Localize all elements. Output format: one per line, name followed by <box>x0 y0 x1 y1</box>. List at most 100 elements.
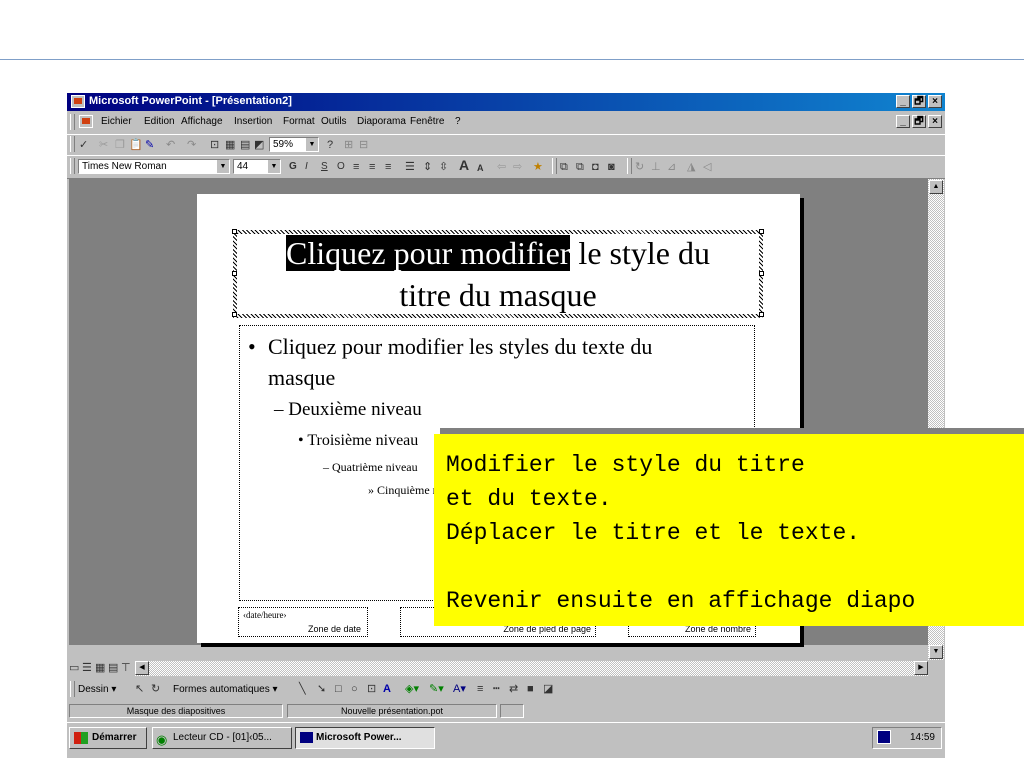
tray-alert-icon[interactable] <box>877 730 891 744</box>
animation-effects-icon[interactable]: ★ <box>533 160 543 174</box>
font-color-icon[interactable]: A▾ <box>453 682 466 696</box>
task-powerpoint[interactable]: Microsoft Power... <box>295 727 435 749</box>
draw-menu-button[interactable]: Dessin ▾ <box>78 684 116 698</box>
spellcheck-icon[interactable]: ✓ <box>79 138 88 152</box>
close-button[interactable]: × <box>928 95 942 108</box>
copy-icon[interactable]: ❐ <box>115 138 125 152</box>
flip-icon[interactable]: ◮ <box>687 160 695 174</box>
system-tray: 14:59 <box>872 727 942 749</box>
textbox-icon[interactable]: ⊡ <box>367 682 376 696</box>
format-painter-icon[interactable]: ✎ <box>145 138 154 152</box>
increase-spacing-icon[interactable]: ⇕ <box>423 160 432 174</box>
restore-button[interactable]: 🗗 <box>912 95 926 108</box>
minimize-button[interactable]: _ <box>896 95 910 108</box>
scroll-left-icon[interactable]: ◀ <box>135 661 149 675</box>
rectangle-icon[interactable]: □ <box>335 682 342 696</box>
align-right-icon[interactable]: ≡ <box>385 160 391 174</box>
align-left-icon[interactable]: ≡ <box>353 160 359 174</box>
menu-diaporama[interactable]: Diaporama <box>357 116 406 127</box>
increase-font-icon[interactable]: A <box>459 158 469 172</box>
menu-fichier[interactable]: Eichier <box>101 116 132 127</box>
shadow-icon[interactable]: ■ <box>527 682 534 696</box>
window-titlebar[interactable]: Microsoft PowerPoint - [Présentation2] _… <box>67 93 945 111</box>
expand-icon[interactable]: ⊞ <box>344 138 353 152</box>
hyperlink-icon[interactable]: ⊡ <box>210 138 219 152</box>
shadow-button[interactable]: O <box>337 160 345 174</box>
scroll-up-icon[interactable]: ▲ <box>929 180 943 194</box>
select-pointer-icon[interactable]: ↖ <box>135 682 144 696</box>
slide-sorter-icon[interactable]: ▦ <box>95 661 105 675</box>
zoom-select[interactable]: 59% ▼ <box>269 137 319 152</box>
date-zone[interactable]: ‹date/heure› Zone de date <box>238 607 368 637</box>
menu-fenetre[interactable]: Fenêtre <box>410 116 444 127</box>
align-center-icon[interactable]: ≡ <box>369 160 375 174</box>
task-cd-player[interactable]: ◉ Lecteur CD - [01]‹05... <box>152 727 292 749</box>
bullets-icon[interactable]: ☰ <box>405 160 415 174</box>
menu-insertion[interactable]: Insertion <box>234 116 272 127</box>
status-bar: Masque des diapositives Nouvelle présent… <box>67 703 945 720</box>
scroll-down-icon[interactable]: ▼ <box>929 645 943 659</box>
menu-affichage[interactable]: Affichage <box>181 116 223 127</box>
arrow-style-icon[interactable]: ⇄ <box>509 682 518 696</box>
chevron-down-icon[interactable]: ▼ <box>306 138 318 151</box>
bold-button[interactable]: G <box>289 160 297 174</box>
toolbar-grip <box>70 136 75 152</box>
bring-forward-icon[interactable]: ⧉ <box>560 160 568 174</box>
table-icon[interactable]: ▦ <box>225 138 235 152</box>
decrease-spacing-icon[interactable]: ⇳ <box>439 160 448 174</box>
line-color-icon[interactable]: ✎▾ <box>429 682 444 696</box>
chevron-down-icon[interactable]: ▼ <box>217 160 229 173</box>
oval-icon[interactable]: ○ <box>351 682 358 696</box>
line-icon[interactable]: ╲ <box>299 682 306 696</box>
help-icon[interactable]: ? <box>327 138 333 152</box>
doc-close-button[interactable]: × <box>928 115 942 128</box>
font-name-select[interactable]: Times New Roman ▼ <box>78 159 230 174</box>
triangle-icon[interactable]: ◁ <box>703 160 711 174</box>
horizontal-scrollbar[interactable]: ◀ ▶ <box>135 661 928 676</box>
redo-icon[interactable]: ↷ <box>187 138 196 152</box>
drawing-icon[interactable]: ◩ <box>254 138 264 152</box>
font-size-select[interactable]: 44 ▼ <box>233 159 281 174</box>
menu-help[interactable]: ? <box>455 116 461 127</box>
menu-outils[interactable]: Outils <box>321 116 347 127</box>
powerpoint-app-icon[interactable] <box>71 95 85 108</box>
distribute-icon[interactable]: ⊿ <box>667 160 676 174</box>
grayscale-icon[interactable]: ⊟ <box>359 138 368 152</box>
italic-button[interactable]: I <box>305 160 308 174</box>
cut-icon[interactable]: ✂ <box>99 138 108 152</box>
line-style-icon[interactable]: ≡ <box>477 682 483 696</box>
dash-style-icon[interactable]: ┅ <box>493 682 500 696</box>
3d-icon[interactable]: ◪ <box>543 682 553 696</box>
demote-icon[interactable]: ⇨ <box>513 160 522 174</box>
slide-view-icon[interactable]: ▭ <box>69 661 79 675</box>
rotate-icon[interactable]: ↻ <box>635 160 644 174</box>
fill-color-icon[interactable]: ◈▾ <box>405 682 419 696</box>
paste-icon[interactable]: 📋 <box>129 138 143 152</box>
menu-format[interactable]: Format <box>283 116 315 127</box>
scroll-right-icon[interactable]: ▶ <box>914 661 928 675</box>
decrease-font-icon[interactable]: A <box>477 161 484 175</box>
bring-to-front-icon[interactable]: ◘ <box>592 160 599 174</box>
title-placeholder[interactable]: Cliquez pour modifier le style du titre … <box>235 232 761 316</box>
underline-button[interactable]: S <box>321 160 328 174</box>
outline-view-icon[interactable]: ☰ <box>82 661 92 675</box>
menu-edition[interactable]: Edition <box>144 116 175 127</box>
start-button[interactable]: Démarrer <box>69 727 147 749</box>
autoshapes-button[interactable]: Formes automatiques ▾ <box>173 684 278 698</box>
chevron-down-icon[interactable]: ▼ <box>268 160 280 173</box>
wordart-icon[interactable]: A <box>383 682 391 696</box>
document-icon[interactable] <box>79 115 93 128</box>
arrow-icon[interactable]: ➘ <box>317 682 326 696</box>
chart-icon[interactable]: ▤ <box>240 138 250 152</box>
promote-icon[interactable]: ⇦ <box>497 160 506 174</box>
free-rotate-icon[interactable]: ↻ <box>151 682 160 696</box>
slideshow-icon[interactable]: ⊤ <box>121 661 131 675</box>
send-to-back-icon[interactable]: ◙ <box>608 160 615 174</box>
doc-restore-button[interactable]: 🗗 <box>912 115 926 128</box>
doc-minimize-button[interactable]: _ <box>896 115 910 128</box>
send-backward-icon[interactable]: ⧉ <box>576 160 584 174</box>
notes-view-icon[interactable]: ▤ <box>108 661 118 675</box>
align-icon[interactable]: ⊥ <box>651 160 661 174</box>
toolbar-grip <box>552 158 557 174</box>
undo-icon[interactable]: ↶ <box>166 138 175 152</box>
